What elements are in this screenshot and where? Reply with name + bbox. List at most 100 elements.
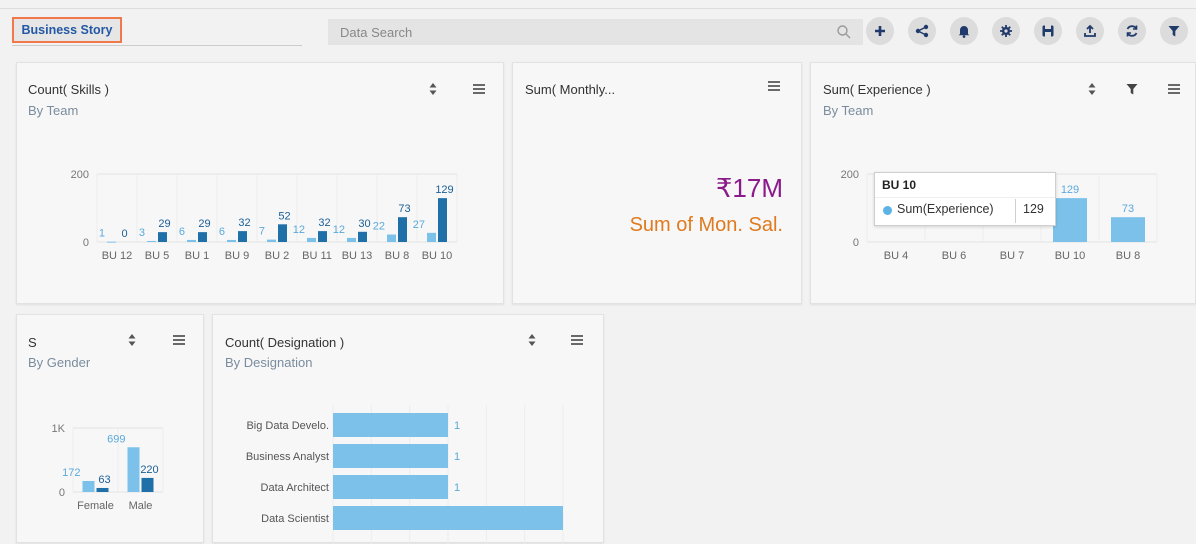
x-tick-label: Male (129, 500, 153, 512)
filter-icon[interactable] (1125, 82, 1139, 96)
top-toolbar: Business Story Data Search (0, 0, 1196, 52)
bar (82, 480, 95, 492)
sort-icon[interactable] (1085, 82, 1099, 96)
data-label: 12 (333, 224, 345, 236)
x-tick-label: BU 7 (1000, 250, 1024, 262)
x-tick-label: Female (77, 500, 114, 512)
data-label: 7 (259, 226, 265, 238)
refresh-icon (1126, 25, 1138, 37)
bar (333, 413, 448, 437)
bar (238, 231, 247, 242)
x-tick-label: BU 4 (884, 250, 908, 262)
kpi-label: Sum of Mon. Sal. (629, 214, 783, 236)
bar (278, 224, 287, 242)
y-tick-label: Big Data Develo. (246, 420, 329, 432)
bar (158, 232, 167, 242)
data-label: 1 (454, 482, 460, 494)
y-tick-label: Business Analyst (246, 451, 329, 463)
menu-icon[interactable] (767, 79, 781, 93)
monthly-kpi-card: Sum( Monthly... ₹17M Sum of Mon. Sal. (512, 62, 802, 304)
x-tick-label: BU 8 (1116, 250, 1140, 262)
card-subtitle: By Gender (28, 355, 91, 370)
card-title: Count( Skills ) (28, 82, 109, 97)
bar (147, 240, 156, 242)
data-label: 22 (373, 221, 385, 233)
menu-icon[interactable] (1167, 82, 1181, 96)
tooltip-value: 129 (1023, 202, 1044, 216)
bar (318, 231, 327, 242)
sort-icon[interactable] (125, 333, 139, 347)
skills-bar-chart: 02001 0BU 12329BU 5629BU 1632BU 9752BU 21… (71, 169, 458, 262)
refresh-button[interactable] (1118, 17, 1146, 45)
card-title: S (28, 335, 37, 350)
tooltip-title: BU 10 (882, 178, 917, 192)
bar (333, 506, 563, 530)
data-label: 73 (1122, 203, 1134, 215)
data-label: 32 (318, 217, 330, 229)
designation-chart-card: Count( Designation ) By Designation Big … (212, 314, 604, 544)
data-label: 29 (198, 218, 210, 230)
share-button[interactable] (908, 17, 936, 45)
data-label: 129 (1061, 184, 1079, 196)
search-icon[interactable] (836, 24, 852, 40)
settings-button[interactable] (992, 17, 1020, 45)
story-tab[interactable]: Business Story (12, 17, 122, 43)
add-button[interactable] (866, 17, 894, 45)
series-marker-icon (883, 206, 892, 215)
kpi-value: ₹17M (715, 173, 783, 203)
data-label: 29 (158, 218, 170, 230)
bar (107, 241, 116, 243)
x-tick-label: BU 11 (302, 250, 332, 262)
save-button[interactable] (1034, 17, 1062, 45)
x-tick-label: BU 9 (225, 250, 249, 262)
tooltip-series: Sum(Experience) (897, 202, 994, 216)
card-subtitle: By Team (823, 103, 874, 118)
bar (96, 487, 109, 492)
data-label: 73 (398, 203, 410, 215)
save-icon (1042, 25, 1054, 37)
x-tick-label: BU 10 (1055, 250, 1086, 262)
y-tick-label: Data Architect (261, 482, 329, 494)
bar (387, 234, 396, 242)
data-label: 1 (99, 228, 105, 240)
sort-icon[interactable] (525, 333, 539, 347)
designation-bar-chart: Big Data Develo. 1 Business Analyst 1 Data A… (246, 405, 564, 544)
bar (307, 237, 316, 242)
menu-icon[interactable] (570, 333, 584, 347)
alert-button[interactable] (950, 17, 978, 45)
card-title: Sum( Monthly... (525, 82, 616, 97)
menu-icon[interactable] (472, 82, 486, 96)
y-tick-label: Data Scientist (261, 513, 329, 525)
data-label: 699 (107, 433, 125, 445)
export-icon (1084, 24, 1096, 37)
search-input[interactable]: Data Search (328, 19, 863, 45)
x-tick-label: BU 2 (265, 250, 289, 262)
data-label: 52 (278, 210, 290, 222)
y-tick-label: 0 (853, 237, 859, 249)
gender-chart-card: S By Gender 0 1K 172 63 Female 699 220 Male (16, 314, 204, 543)
data-label: 0 (121, 228, 127, 240)
data-label: 6 (179, 226, 185, 238)
bar (1111, 217, 1145, 242)
export-button[interactable] (1076, 17, 1104, 45)
filter-icon (1168, 26, 1180, 37)
sort-icon[interactable] (426, 82, 440, 96)
divider (0, 8, 1196, 9)
data-label: 12 (293, 224, 305, 236)
data-label: 6 (219, 226, 225, 238)
x-tick-label: BU 8 (385, 250, 409, 262)
card-title: Sum( Experience ) (823, 82, 931, 97)
bar (1053, 198, 1087, 242)
gear-icon (1000, 25, 1012, 37)
y-tick-label: 0 (59, 487, 65, 499)
share-icon (915, 24, 929, 38)
x-tick-label: BU 6 (942, 250, 966, 262)
y-tick-label: 200 (841, 169, 859, 181)
x-tick-label: BU 13 (342, 250, 373, 262)
menu-icon[interactable] (172, 333, 186, 347)
card-title: Count( Designation ) (225, 335, 345, 350)
filter-button[interactable] (1160, 17, 1188, 45)
y-tick-label: 200 (71, 169, 89, 181)
bar (333, 444, 448, 468)
bar (198, 232, 207, 242)
